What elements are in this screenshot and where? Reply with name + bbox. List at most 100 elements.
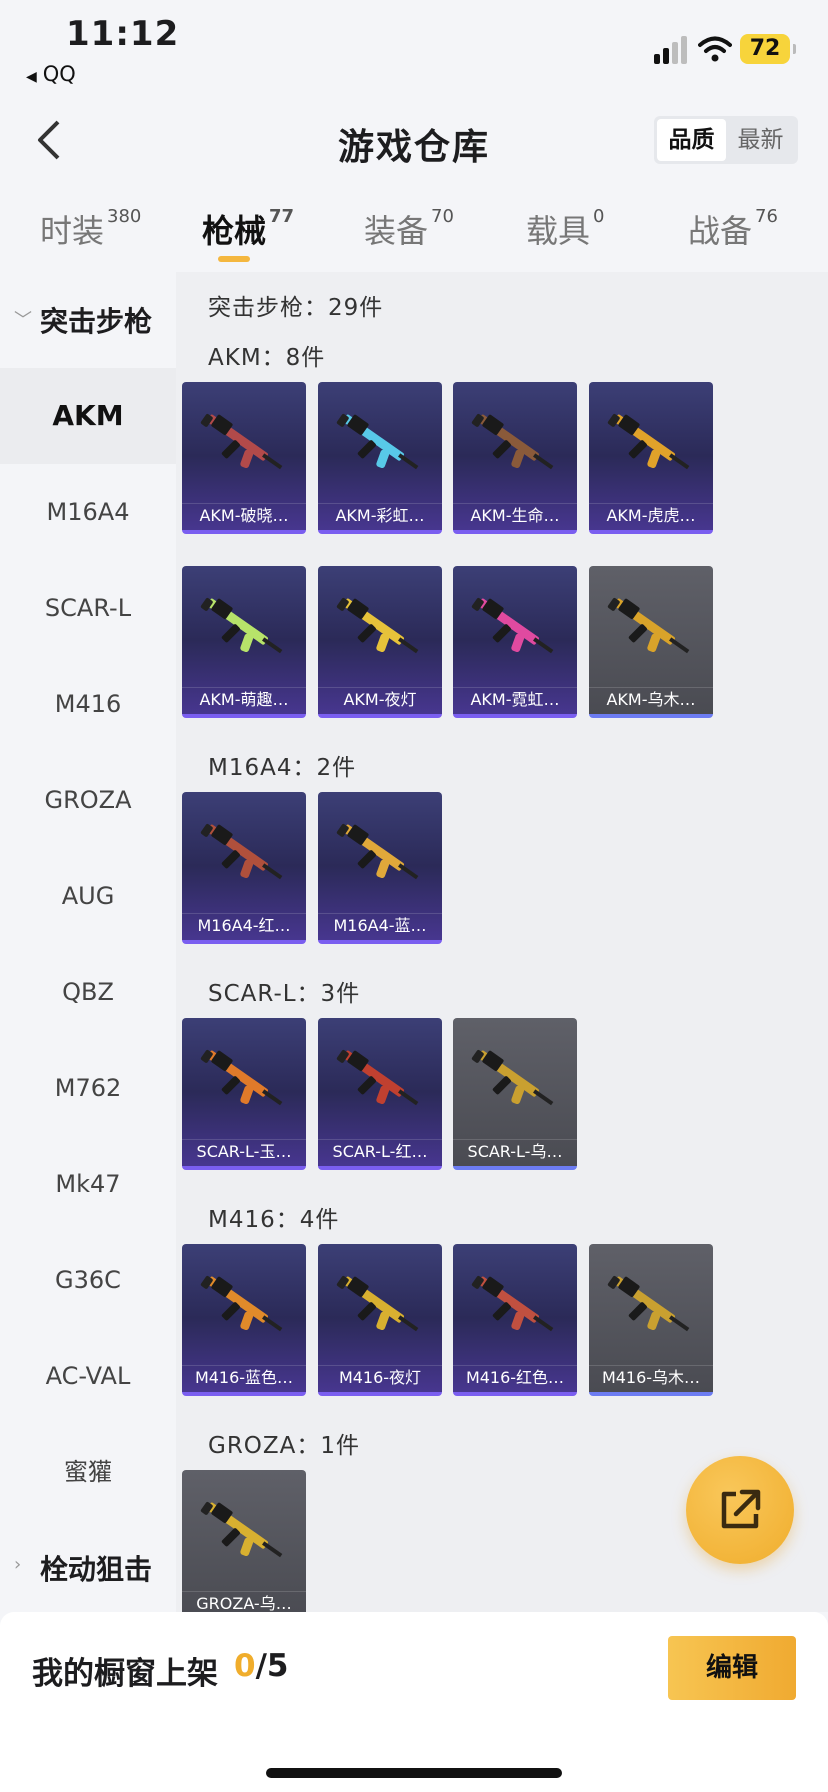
header: 游戏仓库 品质 最新 (0, 96, 828, 186)
rifle-icon (200, 1049, 283, 1106)
share-button[interactable] (686, 1456, 794, 1564)
edit-button[interactable]: 编辑 (668, 1636, 796, 1700)
section-title: SCAR-L：3件 (208, 981, 361, 1007)
sidebar-item-akm[interactable]: AKM (0, 368, 176, 464)
weapon-name: AKM-生命… (470, 506, 560, 525)
section-title: M16A4：2件 (208, 755, 357, 781)
weapon-card[interactable]: AKM-霓虹… (453, 566, 577, 718)
rifle-icon (607, 1275, 690, 1332)
weapon-name: SCAR-L-乌… (467, 1142, 563, 1161)
rifle-icon (200, 597, 283, 654)
category-summary: 突击步枪：29件 (208, 295, 384, 321)
showcase-count: 0/5 (234, 1648, 288, 1684)
category-tabs: 时装 380 枪械 77 装备 70 载具 0 战备 76 (0, 196, 828, 272)
weapon-card[interactable]: GROZA-乌… (182, 1470, 306, 1612)
sidebar-item-qbz[interactable]: QBZ (0, 944, 176, 1040)
sidebar-category-assault-rifles[interactable]: ﹀ 突击步枪 (0, 272, 176, 368)
rifle-icon (471, 597, 554, 654)
rifle-icon (200, 1275, 283, 1332)
weapon-name: AKM-萌趣… (199, 690, 289, 709)
status-time: 11:12 (66, 14, 180, 54)
tab-label: 战备 (688, 212, 753, 250)
rifle-icon (607, 413, 690, 470)
tab-battle-gear[interactable]: 战备 76 (688, 206, 778, 252)
showcase-current: 0 (234, 1648, 256, 1684)
sidebar-item-m16a4[interactable]: M16A4 (0, 464, 176, 560)
cellular-signal-icon (654, 36, 688, 64)
back-to-app[interactable]: ◀ QQ (26, 62, 76, 86)
sort-toggle[interactable]: 品质 最新 (654, 116, 798, 164)
weapon-card[interactable]: M416-红色… (453, 1244, 577, 1396)
rifle-icon (336, 1275, 419, 1332)
tab-vehicles[interactable]: 载具 0 (526, 206, 604, 252)
sidebar-item-m416[interactable]: M416 (0, 656, 176, 752)
rifle-icon (200, 823, 283, 880)
weapon-card[interactable]: AKM-虎虎… (589, 382, 713, 534)
sidebar-item-g36c[interactable]: G36C (0, 1232, 176, 1328)
weapon-card[interactable]: M416-乌木… (589, 1244, 713, 1396)
weapon-card[interactable]: M16A4-红… (182, 792, 306, 944)
weapon-name: AKM-破晓… (199, 506, 289, 525)
sort-newest-option[interactable]: 最新 (726, 119, 795, 161)
rifle-icon (471, 1049, 554, 1106)
rifle-icon (200, 413, 283, 470)
weapon-card[interactable]: M416-蓝色… (182, 1244, 306, 1396)
weapon-card[interactable]: AKM-萌趣… (182, 566, 306, 718)
rifle-icon (336, 413, 419, 470)
home-indicator (266, 1768, 562, 1778)
showcase-total: /5 (255, 1648, 289, 1684)
rifle-icon (200, 1501, 283, 1558)
weapon-name: SCAR-L-玉… (196, 1142, 292, 1161)
weapon-name: M16A4-蓝… (333, 916, 427, 935)
weapon-card[interactable]: M416-夜灯 (318, 1244, 442, 1396)
weapon-card[interactable]: SCAR-L-玉… (182, 1018, 306, 1170)
tab-equipment[interactable]: 装备 70 (364, 206, 454, 252)
section-title: M416：4件 (208, 1207, 340, 1233)
sidebar-item-honey-badger[interactable]: 蜜獾 (0, 1424, 176, 1520)
back-triangle-icon: ◀ (26, 69, 37, 85)
tab-count: 380 (107, 206, 142, 228)
tab-label: 时装 (40, 212, 105, 250)
weapon-card[interactable]: SCAR-L-红… (318, 1018, 442, 1170)
sidebar-item-groza[interactable]: GROZA (0, 752, 176, 848)
share-external-icon (721, 1489, 761, 1529)
tab-count: 77 (269, 206, 295, 228)
weapon-card[interactable]: M16A4-蓝… (318, 792, 442, 944)
tab-guns[interactable]: 枪械 77 (202, 206, 294, 252)
weapon-card[interactable]: AKM-夜灯 (318, 566, 442, 718)
section-title: AKM：8件 (208, 345, 326, 371)
rifle-icon (607, 597, 690, 654)
sidebar-category-label: 突击步枪 (40, 305, 153, 338)
sort-quality-option[interactable]: 品质 (657, 119, 726, 161)
tab-label: 装备 (364, 212, 429, 250)
sidebar-item-m762[interactable]: M762 (0, 1040, 176, 1136)
tab-count: 70 (431, 206, 454, 228)
showcase-bar: 我的橱窗上架 0/5 编辑 (0, 1612, 828, 1792)
chevron-right-icon: › (14, 1554, 22, 1575)
tab-label: 枪械 (202, 212, 267, 250)
weapon-card[interactable]: AKM-生命… (453, 382, 577, 534)
sidebar-item-scar-l[interactable]: SCAR-L (0, 560, 176, 656)
rifle-icon (471, 1275, 554, 1332)
showcase-label: 我的橱窗上架 (32, 1656, 218, 1692)
sidebar-item-ac-val[interactable]: AC-VAL (0, 1328, 176, 1424)
rifle-icon (336, 823, 419, 880)
sidebar-item-aug[interactable]: AUG (0, 848, 176, 944)
battery-indicator: 72 (740, 34, 796, 64)
wifi-icon (698, 36, 732, 62)
weapon-card[interactable]: AKM-乌木… (589, 566, 713, 718)
status-bar: 11:12 ◀ QQ 72 (0, 0, 828, 96)
sidebar-category-bolt-sniper[interactable]: › 栓动狙击 (0, 1520, 176, 1616)
weapon-name: AKM-夜灯 (343, 690, 417, 709)
weapon-name: AKM-虎虎… (606, 506, 696, 525)
weapon-name: M416-红色… (465, 1368, 565, 1387)
tab-label: 载具 (526, 212, 591, 250)
tab-skins[interactable]: 时装 380 (40, 206, 141, 252)
weapon-sidebar: ﹀ 突击步枪 AKM M16A4 SCAR-L M416 GROZA AUG Q… (0, 272, 176, 1612)
weapon-name: AKM-彩虹… (335, 506, 425, 525)
weapon-card[interactable]: AKM-彩虹… (318, 382, 442, 534)
weapon-card[interactable]: AKM-破晓… (182, 382, 306, 534)
weapon-name: AKM-霓虹… (470, 690, 560, 709)
sidebar-item-mk47[interactable]: Mk47 (0, 1136, 176, 1232)
weapon-card[interactable]: SCAR-L-乌… (453, 1018, 577, 1170)
